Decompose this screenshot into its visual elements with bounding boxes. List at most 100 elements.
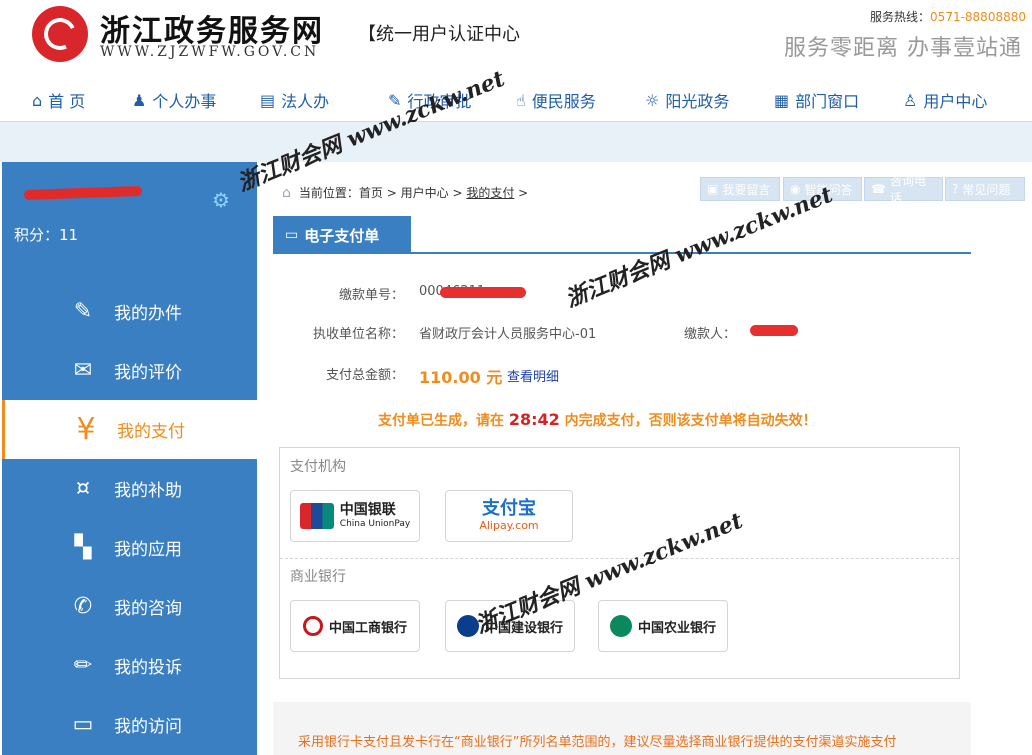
site-logo[interactable] [32,6,88,62]
notice-text: 支付单已生成，请在 [378,413,509,429]
sidebar-item-my-payments[interactable]: ¥ 我的支付 [2,400,257,459]
quick-link-phone[interactable]: ☎ 咨询电话 [864,174,943,205]
icbc-icon [302,616,323,636]
amount-label: 支付总金额： [325,368,404,383]
sidebar-item-my-apps[interactable]: ▚ 我的应用 [2,518,257,577]
hotline: 服务热线：0571-88808880 [870,8,1026,25]
nav-item-legal[interactable]: ▤ 法人办 [260,88,329,112]
sidebar-item-label: 我的应用 [114,540,182,560]
sidebar-item-my-visits[interactable]: ▭ 我的访问 [2,695,257,754]
abc-name: 中国农业银行 [637,620,716,636]
money-icon: ¤ [76,476,90,501]
nav-item-user-center[interactable]: ♙ 用户中心 [903,88,987,112]
gear-icon[interactable]: ⚙ [212,188,230,212]
sidebar-item-label: 我的办件 [114,304,182,324]
site-header: 浙江政务服务网 WWW.ZJZWFW.GOV.CN 【统一用户认证中心 服务热线… [0,0,1032,78]
nav-label: 便民服务 [531,92,596,111]
sun-icon: ☼ [645,90,660,110]
collection-unit-label: 执收单位名称： [312,327,404,342]
quick-link-faq[interactable]: ? 常见问题 [945,177,1025,201]
comment-icon: ✉ [73,358,93,383]
sidebar-item-label: 我的访问 [114,717,182,737]
icbc-name: 中国工商银行 [328,620,407,636]
tab-label: 电子支付单 [304,226,380,245]
alipay-sub: Alipay.com [479,519,539,533]
breadcrumb-sep: > [448,185,467,200]
sidebar-item-label: 我的咨询 [114,599,182,619]
nav-label: 部门窗口 [795,92,860,111]
user-icon: ♙ [903,90,918,110]
sidebar: ⚙ 积分：11 ✎ 我的办件 ✉ 我的评价 ¥ 我的支付 ¤ 我的补助 ▚ 我的应用 ✆ 我… [2,162,257,755]
yen-icon: ¥ [76,412,96,447]
hotline-label: 服务热线： [870,10,931,24]
question-icon: ? [952,182,959,196]
bank-card-note-text: 采用银行卡支付且发卡行在“商业银行”所列名单范围的，建议尽量选择商业银行提供的支… [298,735,897,750]
nav-label: 法人办 [281,92,330,111]
sidebar-item-label: 我的支付 [117,422,185,442]
payer-redaction [750,325,798,336]
bank-card-note: 采用银行卡支付且发卡行在“商业银行”所列名单范围的，建议尽量选择商业银行提供的支… [273,702,971,755]
alipay-button[interactable]: 支付宝 Alipay.com [445,490,573,542]
hand-icon: ☝ [516,90,526,110]
sidebar-item-label: 我的补助 [114,481,182,501]
breadcrumb-item-current[interactable]: 我的支付 [466,184,514,201]
nav-item-personal[interactable]: ♟ 个人办事 [132,88,216,112]
icbc-button[interactable]: 中国工商银行 [290,600,420,652]
breadcrumb-item[interactable]: 首页 [359,184,383,201]
nav-label: 首 页 [48,92,86,111]
sidebar-item-my-reviews[interactable]: ✉ 我的评价 [2,341,257,400]
view-details-link[interactable]: 查看明细 [507,366,559,385]
abc-icon [609,615,632,637]
quick-link-message[interactable]: ▣ 我要留言 [700,177,780,201]
edit-icon: ✎ [73,299,93,324]
sidebar-item-label: 我的投诉 [114,658,182,678]
header-band [0,122,1032,162]
payment-tab-bar: ▭ 电子支付单 [273,216,971,254]
phone-icon: ☎ [871,182,886,196]
alipay-name: 支付宝 [481,498,536,520]
sidebar-item-my-subsidies[interactable]: ¤ 我的补助 [2,459,257,518]
auth-center-title: 【统一用户认证中心 [358,24,520,45]
id-card-icon: ▤ [260,90,276,110]
hotline-number: 0571-88808880 [930,10,1026,24]
site-domain: WWW.ZJZWFW.GOV.CN [100,44,320,60]
unionpay-name: 中国银联 [339,502,396,519]
quick-link-label: 咨询电话 [889,174,926,205]
page: 浙江政务服务网 WWW.ZJZWFW.GOV.CN 【统一用户认证中心 服务热线… [0,0,1032,755]
nav-label: 个人办事 [152,92,217,111]
quick-link-label: 常见问题 [962,182,1011,197]
breadcrumb-sep: > [382,185,401,200]
unionpay-button[interactable]: 中国银联 China UnionPay [290,490,420,542]
abc-button[interactable]: 中国农业银行 [598,600,728,652]
order-number-redaction [440,287,526,298]
nav-item-departments[interactable]: ▦ 部门窗口 [774,88,859,112]
pencil-icon: ✏ [73,653,93,678]
breadcrumb-item[interactable]: 用户中心 [401,184,449,201]
unionpay-label: 中国银联 China UnionPay [340,502,410,530]
pay-orgs-title: 支付机构 [290,459,346,475]
phone-icon: ✆ [73,594,93,619]
sidebar-item-my-cases[interactable]: ✎ 我的办件 [2,282,257,341]
payment-notice: 支付单已生成，请在 28:42 内完成支付，否则该支付单将自动失效！ [378,410,817,430]
banks-title: 商业银行 [290,569,346,585]
user-points: 积分：11 [14,226,79,244]
card-icon: ▭ [285,227,299,243]
sidebar-item-label: 我的评价 [114,363,182,383]
home-icon: ⌂ [282,184,291,201]
person-icon: ♟ [132,90,147,110]
countdown-timer: 28:42 [508,410,560,429]
apps-icon: ▚ [74,535,92,560]
breadcrumb-sep: > [514,185,533,200]
sidebar-item-my-complaints[interactable]: ✏ 我的投诉 [2,636,257,695]
comment-icon: ▣ [707,182,719,196]
quick-link-label: 我要留言 [722,182,771,197]
slogan: 服务零距离 办事壹站通 [784,36,1022,61]
window-icon: ▭ [72,712,94,737]
sidebar-item-my-consults[interactable]: ✆ 我的咨询 [2,577,257,636]
nav-item-home[interactable]: ⌂ 首 页 [32,88,85,112]
tab-e-payment[interactable]: ▭ 电子支付单 [273,216,411,254]
unionpay-icon [299,503,334,529]
collection-unit-value: 省财政厅会计人员服务中心-01 [419,327,597,342]
nav-item-services[interactable]: ☝ 便民服务 [516,88,596,112]
nav-item-gov[interactable]: ☼ 阳光政务 [645,88,729,112]
